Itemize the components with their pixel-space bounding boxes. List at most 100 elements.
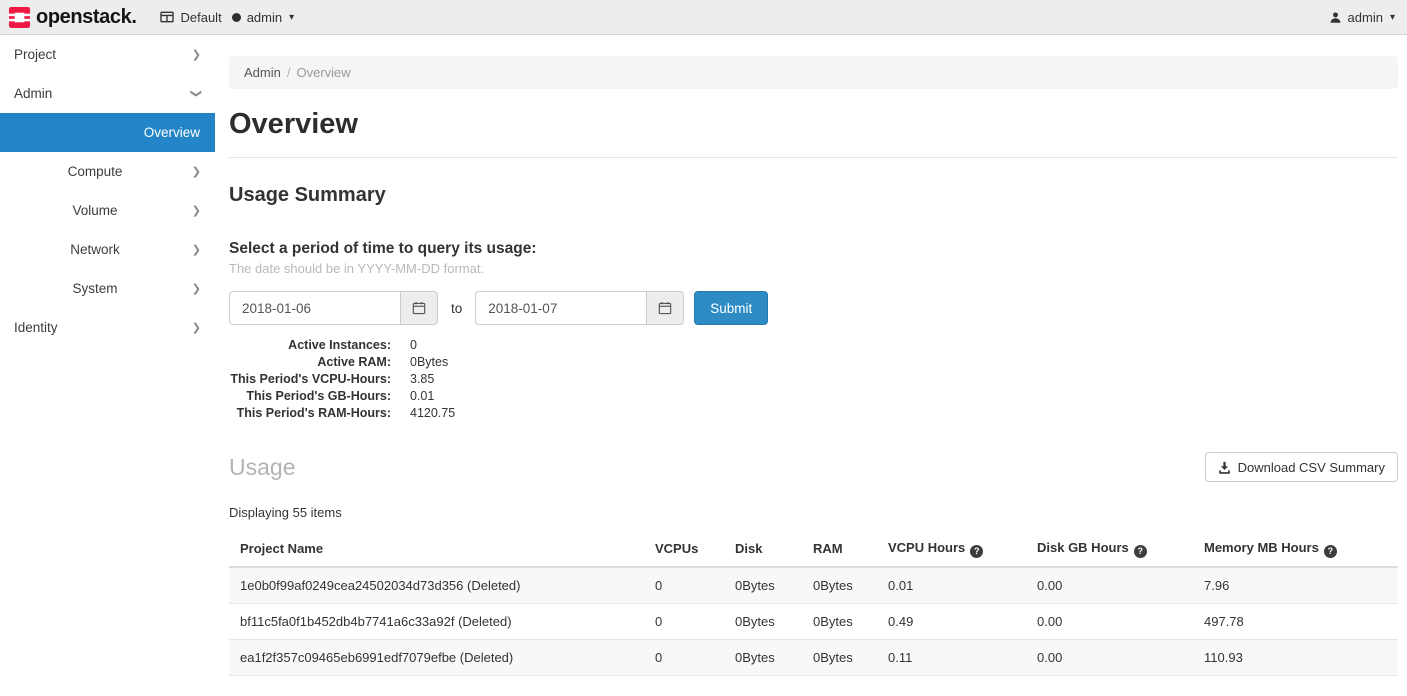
sidebar-item-volume[interactable]: Volume ❯ [0, 191, 215, 230]
download-csv-button[interactable]: Download CSV Summary [1205, 452, 1398, 482]
table-cell: 0Bytes [724, 567, 802, 604]
help-icon[interactable]: ? [970, 545, 983, 558]
column-header-disk-gb-hours: Disk GB Hours? [1026, 532, 1193, 567]
title-divider [229, 157, 1398, 158]
table-cell: 0Bytes [724, 603, 802, 639]
project-name-cell: bf11c5fa0f1b452db4b7741a6c33a92f (Delete… [229, 603, 644, 639]
chevron-right-icon: ❯ [192, 243, 201, 256]
sidebar-item-label: Compute [68, 164, 123, 179]
user-menu[interactable]: admin ▾ [1329, 10, 1395, 25]
sidebar: Project ❯ Admin ❯ Overview Compute ❯ Vol… [0, 35, 215, 696]
stat-label: This Period's VCPU-Hours: [229, 371, 391, 388]
table-row: 1e0b0f99af0249cea24502034d73d356 (Delete… [229, 567, 1398, 604]
sidebar-item-label: Project [14, 47, 56, 62]
usage-stats: Active Instances: 0 Active RAM: 0Bytes T… [229, 337, 1398, 422]
sidebar-item-label: Volume [72, 203, 117, 218]
sidebar-item-project[interactable]: Project ❯ [0, 35, 215, 74]
domain-project-switcher[interactable]: Default admin ▾ [160, 10, 294, 25]
table-cell: 0Bytes [802, 567, 877, 604]
table-cell: 0Bytes [802, 603, 877, 639]
date-from-group [229, 291, 438, 325]
table-cell: 7.96 [1193, 567, 1398, 604]
column-header-ram: RAM [802, 532, 877, 567]
table-cell: 0 [644, 603, 724, 639]
project-name-cell: 1e0b0f99af0249cea24502034d73d356 (Delete… [229, 567, 644, 604]
date-to-input[interactable] [475, 291, 646, 325]
top-navbar: openstack. Default admin ▾ [0, 0, 1407, 35]
sidebar-item-admin[interactable]: Admin ❯ [0, 74, 215, 113]
breadcrumb: Admin / Overview [229, 56, 1398, 89]
sidebar-item-system[interactable]: System ❯ [0, 269, 215, 308]
calendar-icon [658, 301, 672, 315]
domain-label: Default [180, 10, 221, 25]
stat-value: 0.01 [410, 388, 434, 405]
chevron-right-icon: ❯ [192, 48, 201, 61]
table-cell: 0.49 [877, 603, 1026, 639]
stat-label: This Period's RAM-Hours: [229, 405, 391, 422]
calendar-to-button[interactable] [646, 291, 684, 325]
project-label: admin [247, 10, 282, 25]
table-cell: 0.00 [1026, 567, 1193, 604]
column-header-disk: Disk [724, 532, 802, 567]
stat-label: This Period's GB-Hours: [229, 388, 391, 405]
stat-row-active-instances: Active Instances: 0 [229, 337, 1398, 354]
chevron-right-icon: ❯ [192, 321, 201, 334]
breadcrumb-current: Overview [296, 65, 350, 80]
download-icon [1218, 461, 1231, 474]
stat-row-active-ram: Active RAM: 0Bytes [229, 354, 1398, 371]
column-header-vcpu-hours: VCPU Hours? [877, 532, 1026, 567]
table-cell: 0.00 [1026, 603, 1193, 639]
table-cell: 0.01 [877, 567, 1026, 604]
chevron-right-icon: ❯ [192, 282, 201, 295]
table-row: bf11c5fa0f1b452db4b7741a6c33a92f (Delete… [229, 603, 1398, 639]
chevron-down-icon: ❯ [190, 89, 203, 98]
column-header-project-name: Project Name [229, 532, 644, 567]
usage-section-title: Usage [229, 454, 295, 481]
stat-value: 4120.75 [410, 405, 455, 422]
brand-wordmark: openstack. [36, 6, 136, 29]
stat-row-vcpu-hours: This Period's VCPU-Hours: 3.85 [229, 371, 1398, 388]
sidebar-item-label: Identity [14, 320, 58, 335]
usage-table: Project Name VCPUs Disk RAM VCPU Hours? … [229, 532, 1398, 676]
stat-value: 0Bytes [410, 354, 448, 371]
sidebar-item-compute[interactable]: Compute ❯ [0, 152, 215, 191]
sidebar-item-label: Network [70, 242, 120, 257]
page-title: Overview [229, 108, 1398, 141]
column-header-memory-mb-hours: Memory MB Hours? [1193, 532, 1398, 567]
date-from-input[interactable] [229, 291, 400, 325]
period-prompt: Select a period of time to query its usa… [229, 240, 1398, 258]
breadcrumb-separator: / [287, 65, 291, 80]
stat-value: 0 [410, 337, 417, 354]
main-content: Admin / Overview Overview Usage Summary Se… [215, 35, 1407, 696]
stat-row-ram-hours: This Period's RAM-Hours: 4120.75 [229, 405, 1398, 422]
caret-down-icon: ▾ [1390, 12, 1395, 23]
table-header-row: Project Name VCPUs Disk RAM VCPU Hours? … [229, 532, 1398, 567]
table-cell: 0 [644, 567, 724, 604]
sidebar-item-identity[interactable]: Identity ❯ [0, 308, 215, 347]
items-count: Displaying 55 items [229, 505, 1398, 520]
brand[interactable]: openstack. [8, 6, 136, 29]
help-icon[interactable]: ? [1134, 545, 1147, 558]
user-label: admin [1348, 10, 1383, 25]
sidebar-item-overview[interactable]: Overview [0, 113, 215, 152]
sidebar-item-label: System [72, 281, 117, 296]
user-icon [1329, 11, 1342, 24]
sidebar-item-network[interactable]: Network ❯ [0, 230, 215, 269]
help-icon[interactable]: ? [1324, 545, 1337, 558]
submit-button[interactable]: Submit [694, 291, 768, 325]
stat-label: Active Instances: [229, 337, 391, 354]
date-format-hint: The date should be in YYYY-MM-DD format. [229, 261, 1398, 276]
breadcrumb-admin-link[interactable]: Admin [244, 65, 281, 80]
openstack-logo-icon [8, 6, 31, 29]
sidebar-item-label: Overview [144, 125, 200, 140]
usage-summary-title: Usage Summary [229, 184, 1398, 207]
table-cell: 497.78 [1193, 603, 1398, 639]
chevron-right-icon: ❯ [192, 165, 201, 178]
calendar-from-button[interactable] [400, 291, 438, 325]
stat-row-gb-hours: This Period's GB-Hours: 0.01 [229, 388, 1398, 405]
domain-icon [160, 11, 174, 23]
download-csv-label: Download CSV Summary [1238, 460, 1385, 475]
sidebar-item-label: Admin [14, 86, 52, 101]
chevron-right-icon: ❯ [192, 204, 201, 217]
date-to-group [475, 291, 684, 325]
